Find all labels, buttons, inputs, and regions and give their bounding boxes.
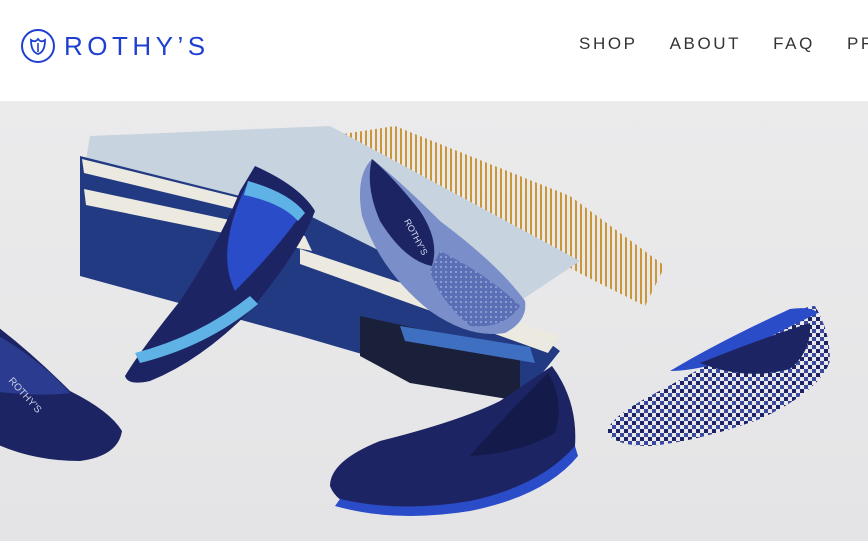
nav-press[interactable]: PRE <box>847 34 868 54</box>
main-nav: SHOP ABOUT FAQ PRE <box>579 34 868 54</box>
hero-image: ROTHY’S ROTHY’S <box>0 101 868 541</box>
site-header: ROTHY’S SHOP ABOUT FAQ PRE <box>0 0 868 101</box>
nav-about[interactable]: ABOUT <box>670 34 742 54</box>
nav-faq[interactable]: FAQ <box>773 34 815 54</box>
brand-logo-link[interactable]: ROTHY’S <box>20 27 210 65</box>
brand-name: ROTHY’S <box>64 31 210 61</box>
brand-logo-icon <box>21 29 55 63</box>
hero-illustration: ROTHY’S ROTHY’S <box>0 101 868 541</box>
nav-shop[interactable]: SHOP <box>579 34 638 54</box>
